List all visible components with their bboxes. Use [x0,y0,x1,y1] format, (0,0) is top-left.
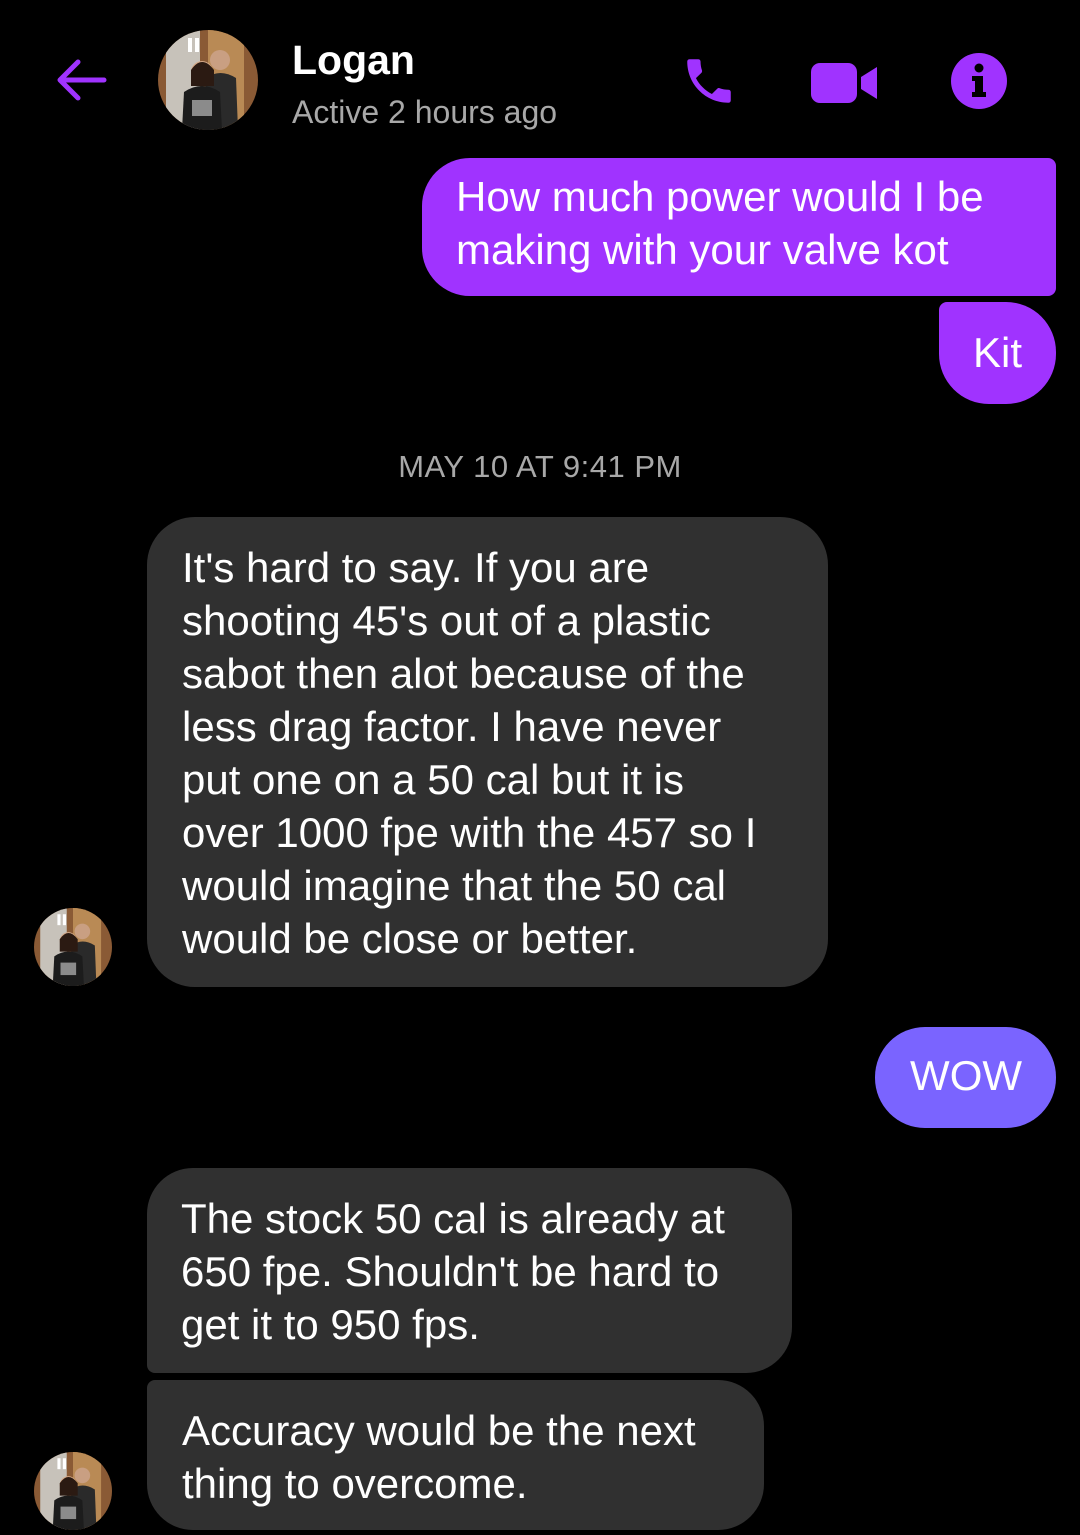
sent-message[interactable]: WOW [875,1027,1056,1128]
info-icon [951,53,1007,109]
message-timestamp: MAY 10 AT 9:41 PM [398,449,682,484]
video-camera-icon [811,63,877,103]
contact-name[interactable]: Logan [292,36,415,84]
call-button[interactable] [676,48,742,114]
received-message[interactable]: Accuracy would be the next thing to over… [147,1380,764,1530]
received-message[interactable]: It's hard to say. If you are shooting 45… [147,517,828,987]
info-button[interactable] [946,48,1012,114]
video-call-button[interactable] [806,50,882,116]
back-button[interactable] [40,44,120,116]
contact-avatar-small[interactable] [34,1452,112,1530]
contact-status: Active 2 hours ago [292,94,558,130]
contact-avatar[interactable] [158,30,258,130]
contact-avatar-small[interactable] [34,908,112,986]
received-message[interactable]: The stock 50 cal is already at 650 fpe. … [147,1168,792,1373]
sent-message[interactable]: How much power would I be making with yo… [422,158,1056,296]
arrow-left-icon [57,59,107,101]
sent-message[interactable]: Kit [938,302,1056,404]
phone-icon [687,59,731,103]
